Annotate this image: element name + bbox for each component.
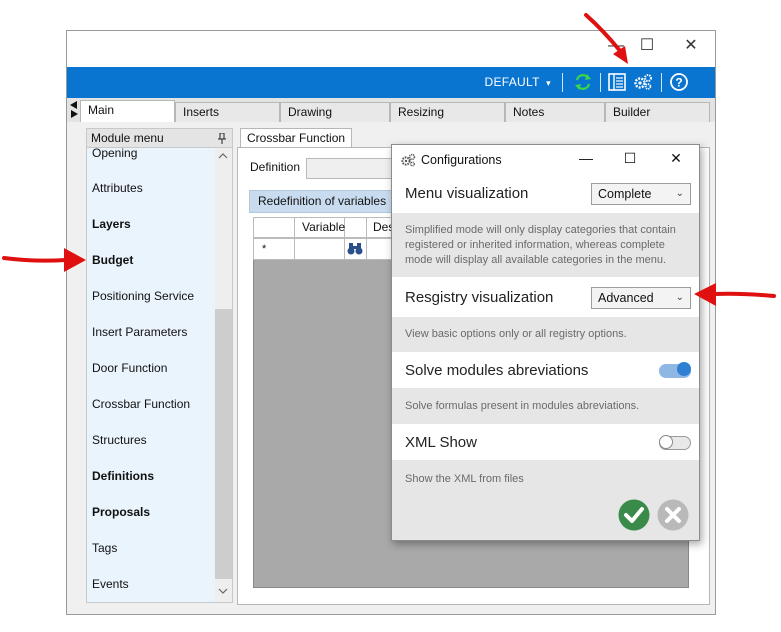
menu-visualization-label: Menu visualization	[405, 185, 529, 202]
tab-notes[interactable]: Notes	[505, 102, 605, 122]
module-menu-item-attributes[interactable]: Attributes	[92, 181, 143, 195]
annotation-arrow-icon	[2, 248, 86, 272]
help-button[interactable]: ?	[668, 71, 690, 93]
toolbar-separator	[661, 73, 662, 92]
xml-show-label: XML Show	[405, 434, 477, 451]
refresh-icon	[575, 74, 591, 90]
module-menu-item-budget[interactable]: Budget	[92, 253, 133, 267]
help-icon: ?	[670, 73, 688, 91]
dialog-title: Configurations	[421, 153, 502, 167]
toolbar-separator	[600, 73, 601, 92]
grid-header-variable[interactable]: Variable	[302, 220, 345, 234]
menu-visualization-value: Complete	[598, 187, 652, 201]
chevron-down-icon: ⌄	[675, 188, 684, 199]
confirm-button[interactable]	[618, 499, 650, 531]
toggle-knob	[677, 362, 691, 376]
xml-show-row: XML Show	[392, 424, 699, 460]
binoculars-icon[interactable]	[347, 242, 363, 256]
module-menu-title: Module menu	[91, 131, 164, 145]
main-tabs: Main Inserts Drawing Resizing Notes Buil…	[67, 98, 715, 122]
module-menu-item-insert-parameters[interactable]: Insert Parameters	[92, 325, 187, 339]
scroll-down-icon[interactable]	[218, 588, 228, 595]
gears-icon	[634, 74, 652, 90]
tab-drawing[interactable]: Drawing	[280, 102, 390, 122]
module-menu-item-layers[interactable]: Layers	[92, 217, 131, 231]
xml-show-toggle[interactable]	[659, 435, 691, 450]
close-button[interactable]: ✕	[676, 35, 706, 57]
menu-visualization-description: Simplified mode will only display catego…	[405, 224, 676, 266]
toggle-knob	[659, 435, 673, 449]
configurations-button[interactable]	[632, 71, 654, 93]
scroll-up-icon[interactable]	[218, 152, 228, 159]
profile-dropdown[interactable]: DEFAULT ▾	[485, 67, 551, 98]
panel-layout-button[interactable]	[606, 71, 628, 93]
refresh-button[interactable]	[572, 71, 594, 93]
registry-visualization-label: Resgistry visualization	[405, 289, 554, 306]
registry-visualization-select[interactable]: Advanced ⌄	[591, 287, 691, 309]
dialog-close-button[interactable]: ✕	[661, 150, 691, 167]
dialog-minimize-button[interactable]: —	[571, 150, 601, 166]
profile-label: DEFAULT	[484, 75, 540, 89]
definition-input[interactable]	[306, 158, 396, 179]
collapse-arrows-icon[interactable]	[69, 100, 79, 118]
module-menu-item-tags[interactable]: Tags	[92, 541, 117, 555]
solve-abbreviations-label: Solve modules abreviations	[405, 362, 589, 379]
cancel-button[interactable]	[657, 499, 689, 531]
module-menu-item-events[interactable]: Events	[92, 577, 129, 591]
xml-show-description: Show the XML from files	[405, 473, 524, 485]
module-menu-item-door-function[interactable]: Door Function	[92, 361, 167, 375]
menu-visualization-description-box: Simplified mode will only display catego…	[392, 213, 699, 277]
tab-inserts[interactable]: Inserts	[175, 102, 280, 122]
svg-text:?: ?	[675, 76, 682, 90]
menu-visualization-row: Menu visualization Complete ⌄	[392, 175, 699, 213]
new-row-marker: *	[262, 243, 267, 255]
chevron-down-icon: ⌄	[675, 292, 684, 303]
tab-crossbar-function[interactable]: Crossbar Function	[240, 128, 353, 149]
registry-visualization-description-box: View basic options only or all registry …	[392, 317, 699, 352]
module-menu-item-proposals[interactable]: Proposals	[92, 505, 150, 519]
gears-icon	[401, 153, 416, 167]
definition-label: Definition	[250, 160, 301, 174]
solve-abbreviations-description-box: Solve formulas present in modules abrevi…	[392, 388, 699, 424]
module-menu-item-positioning-service[interactable]: Positioning Service	[92, 289, 194, 303]
solve-abbreviations-description: Solve formulas present in modules abrevi…	[405, 400, 640, 412]
menu-visualization-select[interactable]: Complete ⌄	[591, 183, 691, 205]
grid-new-row[interactable]: *	[253, 238, 398, 260]
tab-resizing[interactable]: Resizing	[390, 102, 505, 122]
module-menu-item-crossbar-function[interactable]: Crossbar Function	[92, 397, 190, 411]
chevron-down-icon: ▾	[546, 78, 551, 88]
annotation-arrow-icon	[694, 283, 776, 306]
configurations-dialog: Configurations — ☐ ✕ Menu visualization …	[391, 144, 700, 541]
toolbar-separator	[562, 73, 563, 92]
grid-header-row: Variable Des	[253, 217, 398, 238]
module-menu-item-definitions[interactable]: Definitions	[92, 469, 154, 483]
module-menu-item-structures[interactable]: Structures	[92, 433, 147, 447]
redefinition-section-header: Redefinition of variables	[249, 190, 399, 213]
toolbar: DEFAULT ▾ ?	[67, 67, 715, 98]
solve-abbreviations-toggle[interactable]	[659, 362, 691, 378]
module-menu-panel: Module menu Opening Attributes Layers Bu…	[86, 128, 233, 603]
registry-visualization-value: Advanced	[598, 291, 654, 305]
pin-icon[interactable]	[218, 133, 226, 144]
tab-main[interactable]: Main	[80, 100, 175, 122]
maximize-button[interactable]: ☐	[632, 35, 662, 57]
redefinition-section-title: Redefinition of variables	[258, 194, 387, 208]
panel-layout-icon	[608, 73, 626, 91]
module-menu-item-opening[interactable]: Opening	[92, 146, 137, 160]
annotation-arrow-icon	[584, 13, 628, 64]
registry-visualization-row: Resgistry visualization Advanced ⌄	[392, 277, 699, 317]
registry-visualization-description: View basic options only or all registry …	[405, 328, 627, 340]
tab-builder[interactable]: Builder	[605, 102, 710, 122]
xml-show-description-box: Show the XML from files	[392, 460, 699, 540]
dialog-maximize-button[interactable]: ☐	[615, 150, 645, 167]
module-menu-scroll-thumb[interactable]	[215, 309, 232, 579]
solve-abbreviations-row: Solve modules abreviations	[392, 352, 699, 388]
